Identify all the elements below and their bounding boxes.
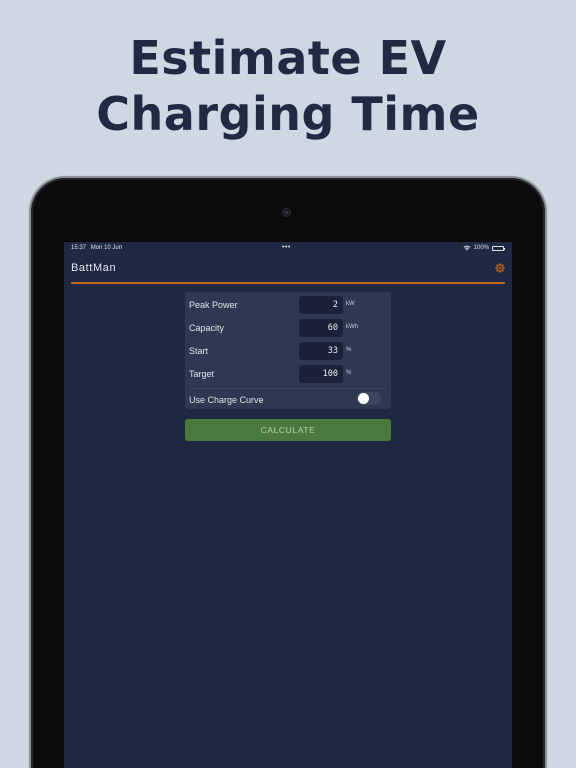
field-label: Peak Power [189,300,238,310]
start-input[interactable]: 33 [299,342,343,360]
headline-line-2: Charging Time [96,87,480,141]
headline: Estimate EV Charging Time [0,30,576,142]
field-unit: % [346,370,352,376]
field-peak-power: Peak Power 2 kW [185,294,391,316]
toggle-knob [358,393,369,404]
charge-curve-toggle[interactable] [357,392,381,405]
peak-power-input[interactable]: 2 [299,296,343,314]
field-label: Target [189,369,215,379]
field-start: Start 33 % [185,340,391,362]
status-date: Mon 10 Jun [90,245,123,251]
camera-icon [282,208,291,217]
multitasking-dots-icon[interactable]: ••• [282,242,291,254]
field-target: Target 100 % [185,363,391,385]
battery-percent: 100% [473,245,489,251]
field-unit: kWh [346,324,358,330]
app-screen: 15:37 Mon 10 Jun ••• 100% BattMan Peak P… [64,242,512,768]
field-label: Capacity [189,323,225,333]
field-unit: % [346,347,352,353]
status-time: 15:37 [71,245,87,251]
divider [189,388,387,389]
headline-line-1: Estimate EV [129,31,447,85]
field-capacity: Capacity 60 kWh [185,317,391,339]
input-card: Peak Power 2 kW Capacity 60 kWh Start 33… [185,292,391,409]
gear-icon[interactable] [495,263,505,273]
header-divider [71,282,505,284]
app-title: BattMan [71,262,117,274]
status-time-date: 15:37 Mon 10 Jun [71,242,122,254]
target-input[interactable]: 100 [299,365,343,383]
field-label: Start [189,346,209,356]
status-right: 100% [463,242,505,254]
wifi-icon [463,245,471,251]
capacity-input[interactable]: 60 [299,319,343,337]
field-unit: kW [346,301,355,307]
charge-curve-label: Use Charge Curve [189,395,264,405]
calculate-button[interactable]: CALCULATE [185,419,391,441]
battery-icon [492,245,505,251]
status-bar: 15:37 Mon 10 Jun ••• 100% [64,242,512,254]
app-bar: BattMan [71,258,505,284]
